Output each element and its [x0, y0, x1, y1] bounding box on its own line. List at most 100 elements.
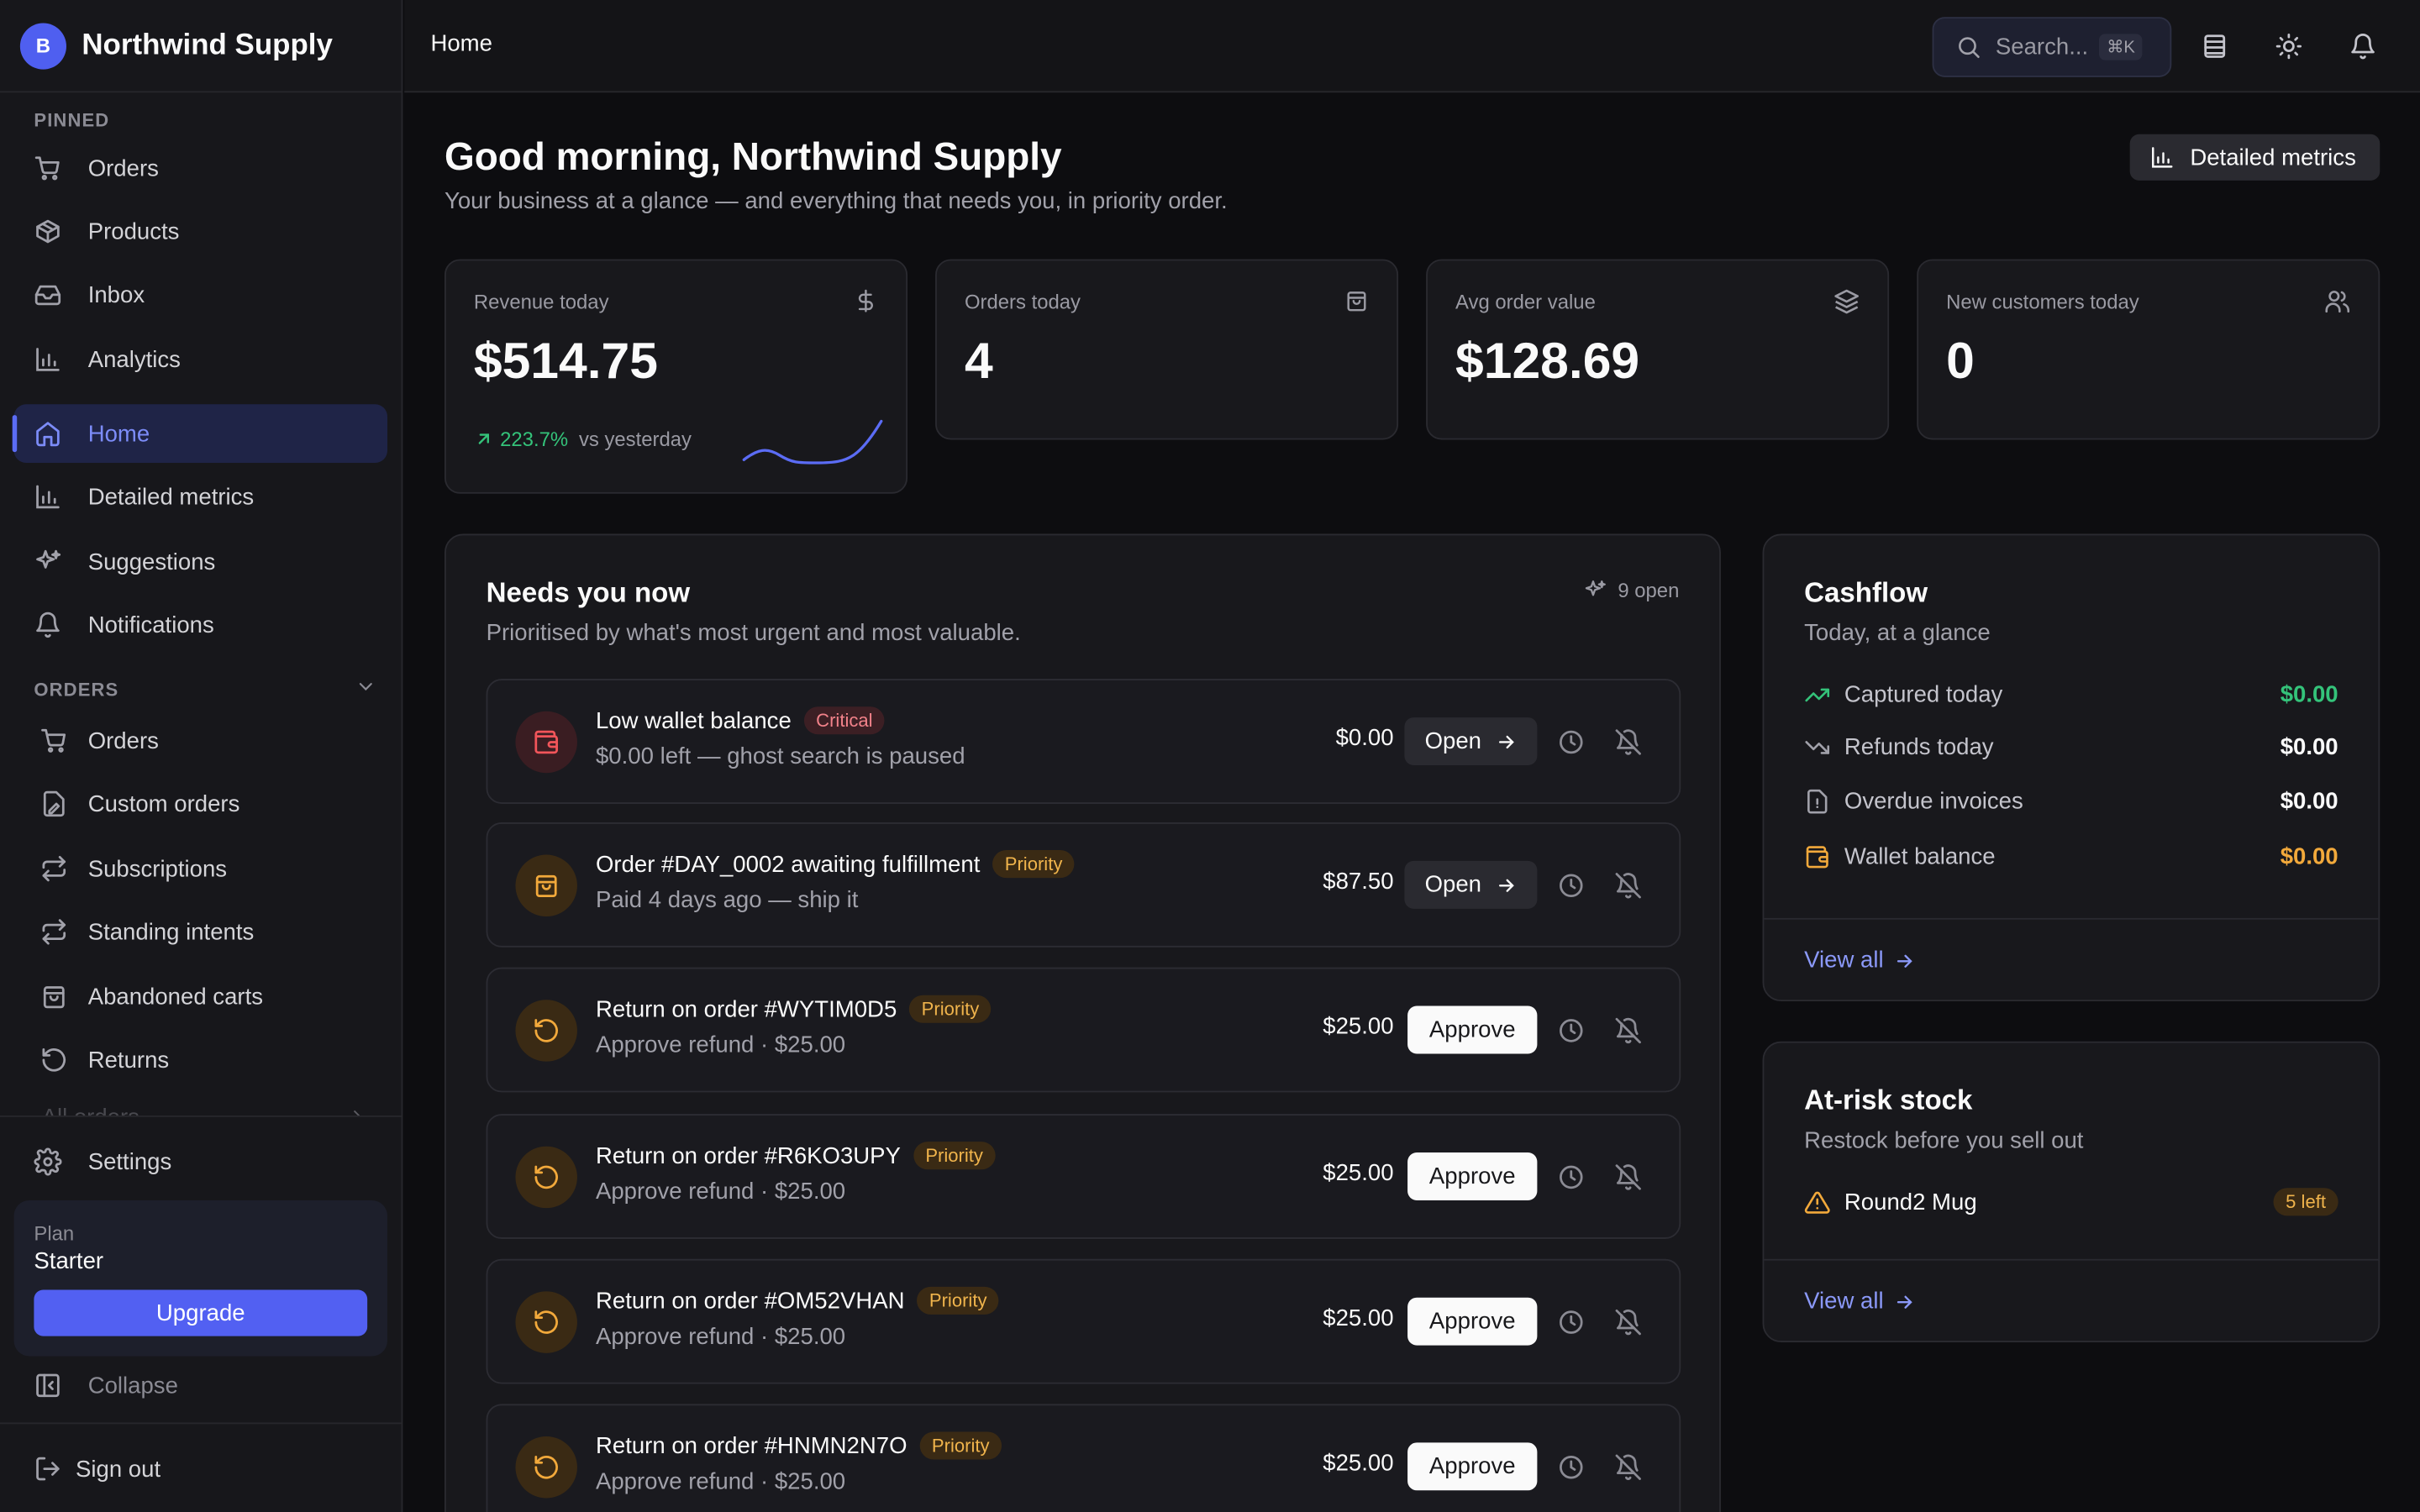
invoice-alert-icon: [1804, 788, 1832, 814]
cashflow-value: $0.00: [2280, 733, 2338, 760]
stock-view-all-link[interactable]: View all: [1804, 1289, 1916, 1315]
sidebar-item-products[interactable]: Products: [14, 202, 387, 261]
kpi-card-new-customers[interactable]: New customers today 0: [1917, 259, 2381, 440]
search-icon: [1955, 34, 1981, 60]
task-amount: $25.00: [1323, 1160, 1394, 1187]
sidebar-item-label: Returns: [87, 1047, 170, 1074]
priority-badge: Priority: [919, 1431, 1002, 1460]
task-card[interactable]: Return on order #WYTIM0D5 Priority Appro…: [486, 967, 1681, 1093]
plan-label: Plan: [34, 1221, 75, 1246]
task-card[interactable]: Low wallet balance Critical $0.00 left —…: [486, 679, 1681, 804]
sidebar-item-suggestions[interactable]: Suggestions: [14, 533, 387, 591]
home-icon: [34, 420, 61, 448]
collapse-sidebar-icon: [34, 1372, 61, 1399]
sparkles-icon: [34, 548, 61, 575]
sidebar-item-subscriptions[interactable]: Subscriptions: [14, 839, 387, 898]
sidebar-item-home[interactable]: Home: [12, 404, 388, 464]
sidebar-item-orders[interactable]: Orders: [14, 711, 387, 770]
open-button[interactable]: Open: [1404, 717, 1538, 766]
task-card[interactable]: Return on order #R6KO3UPY Priority Appro…: [486, 1114, 1681, 1239]
sidebar-item-label: Orders: [87, 155, 159, 181]
priority-badge: Priority: [913, 1142, 996, 1170]
sidebar-item-all-orders[interactable]: All orders: [14, 1088, 387, 1116]
task-title-text: Return on order #HNMN2N7O: [595, 1432, 908, 1459]
sidebar-item-analytics[interactable]: Analytics: [14, 330, 387, 389]
revenue-sparkline: [742, 419, 883, 465]
task-amount: $0.00: [1335, 725, 1394, 752]
task-title-text: Return on order #OM52VHAN: [595, 1287, 905, 1314]
detailed-metrics-button[interactable]: Detailed metrics: [2129, 134, 2381, 181]
cart-icon: [34, 155, 61, 182]
signout-button[interactable]: Sign out: [14, 1440, 387, 1499]
detailed-metrics-label: Detailed metrics: [2190, 144, 2356, 171]
kpi-card-revenue[interactable]: Revenue today $514.75 223.7% vs yesterda…: [444, 259, 908, 494]
sidebar-item-standing-intents[interactable]: Standing intents: [14, 902, 387, 961]
critical-badge: Critical: [803, 706, 886, 735]
task-description: Approve refund · $25.00: [595, 1179, 846, 1205]
mute-bell-icon[interactable]: [1614, 1016, 1642, 1044]
task-amount: $87.50: [1323, 869, 1394, 895]
sidebar-item-label: Inbox: [87, 281, 145, 308]
chevron-down-icon[interactable]: [355, 675, 376, 705]
cashflow-panel: Cashflow Today, at a glance Captured tod…: [1762, 533, 2381, 1002]
undo-icon: [515, 1291, 577, 1353]
mute-bell-icon[interactable]: [1614, 872, 1642, 900]
snooze-clock-icon[interactable]: [1557, 872, 1585, 900]
chevron-right-icon: [347, 1104, 366, 1116]
sidebar-item-abandoned-carts[interactable]: Abandoned carts: [14, 968, 387, 1026]
stock-item-name: Round2 Mug: [1844, 1189, 1977, 1215]
approve-button[interactable]: Approve: [1407, 1442, 1538, 1491]
task-description: Approve refund · $25.00: [595, 1323, 846, 1351]
sparkles-icon: [1584, 579, 1607, 602]
mute-bell-icon[interactable]: [1614, 728, 1642, 756]
theme-toggle-icon[interactable]: [2274, 31, 2305, 62]
snooze-clock-icon[interactable]: [1557, 1309, 1585, 1336]
approve-button[interactable]: Approve: [1407, 1297, 1538, 1346]
snooze-clock-icon[interactable]: [1557, 1163, 1585, 1191]
signout-label: Sign out: [76, 1455, 161, 1483]
snooze-clock-icon[interactable]: [1557, 1453, 1585, 1481]
sidebar-item-detailed-metrics[interactable]: Detailed metrics: [14, 468, 387, 527]
sidebar-item-inbox[interactable]: Inbox: [14, 265, 387, 324]
table-view-icon[interactable]: [2199, 31, 2230, 62]
task-card[interactable]: Order #DAY_0002 awaiting fulfillment Pri…: [486, 822, 1681, 948]
repeat-icon: [40, 918, 68, 946]
open-button[interactable]: Open: [1404, 860, 1538, 909]
brand[interactable]: B Northwind Supply: [0, 0, 402, 93]
cashflow-view-all-link[interactable]: View all: [1804, 948, 1916, 974]
sidebar-item-label: Custom orders: [87, 790, 240, 817]
task-title-text: Return on order #WYTIM0D5: [595, 995, 897, 1022]
sidebar-item-settings[interactable]: Settings: [14, 1132, 387, 1191]
task-card[interactable]: Return on order #OM52VHAN Priority Appro…: [486, 1258, 1681, 1384]
breadcrumb[interactable]: Home: [430, 31, 492, 57]
sidebar-item-returns[interactable]: Returns: [14, 1031, 387, 1089]
approve-button[interactable]: Approve: [1407, 1152, 1538, 1200]
snooze-clock-icon[interactable]: [1557, 1016, 1585, 1044]
box-icon: [34, 218, 61, 245]
priority-badge: Priority: [917, 1286, 1000, 1315]
kpi-card-orders[interactable]: Orders today 4: [935, 259, 1399, 440]
task-title-text: Return on order #R6KO3UPY: [595, 1142, 901, 1169]
upgrade-button[interactable]: Upgrade: [34, 1289, 368, 1336]
sidebar-item-notifications[interactable]: Notifications: [14, 596, 387, 654]
collapse-button[interactable]: Collapse: [14, 1356, 387, 1415]
trend-down-icon: [1804, 733, 1832, 759]
sidebar-item-pinned-orders[interactable]: Orders: [14, 139, 387, 197]
task-title: Return on order #OM52VHAN Priority: [595, 1286, 1000, 1315]
mute-bell-icon[interactable]: [1614, 1163, 1642, 1191]
sidebar-item-custom-orders[interactable]: Custom orders: [14, 774, 387, 833]
sidebar-item-label: All orders: [42, 1104, 139, 1116]
approve-button[interactable]: Approve: [1407, 1005, 1538, 1054]
undo-icon: [515, 1000, 577, 1062]
needs-panel: Needs you now Prioritised by what's most…: [444, 533, 1721, 1512]
bell-icon[interactable]: [2348, 31, 2379, 62]
mute-bell-icon[interactable]: [1614, 1453, 1642, 1481]
kpi-card-avg-order[interactable]: Avg order value $128.69: [1426, 259, 1890, 440]
stock-item[interactable]: Round2 Mug: [1804, 1185, 2338, 1219]
mute-bell-icon[interactable]: [1614, 1309, 1642, 1336]
task-card[interactable]: Return on order #HNMN2N7O Priority Appro…: [486, 1404, 1681, 1512]
cashflow-row: Wallet balance $0.00: [1804, 839, 2338, 873]
priority-badge: Priority: [992, 850, 1076, 879]
search-input[interactable]: Search... ⌘K: [1932, 17, 2172, 77]
snooze-clock-icon[interactable]: [1557, 728, 1585, 756]
